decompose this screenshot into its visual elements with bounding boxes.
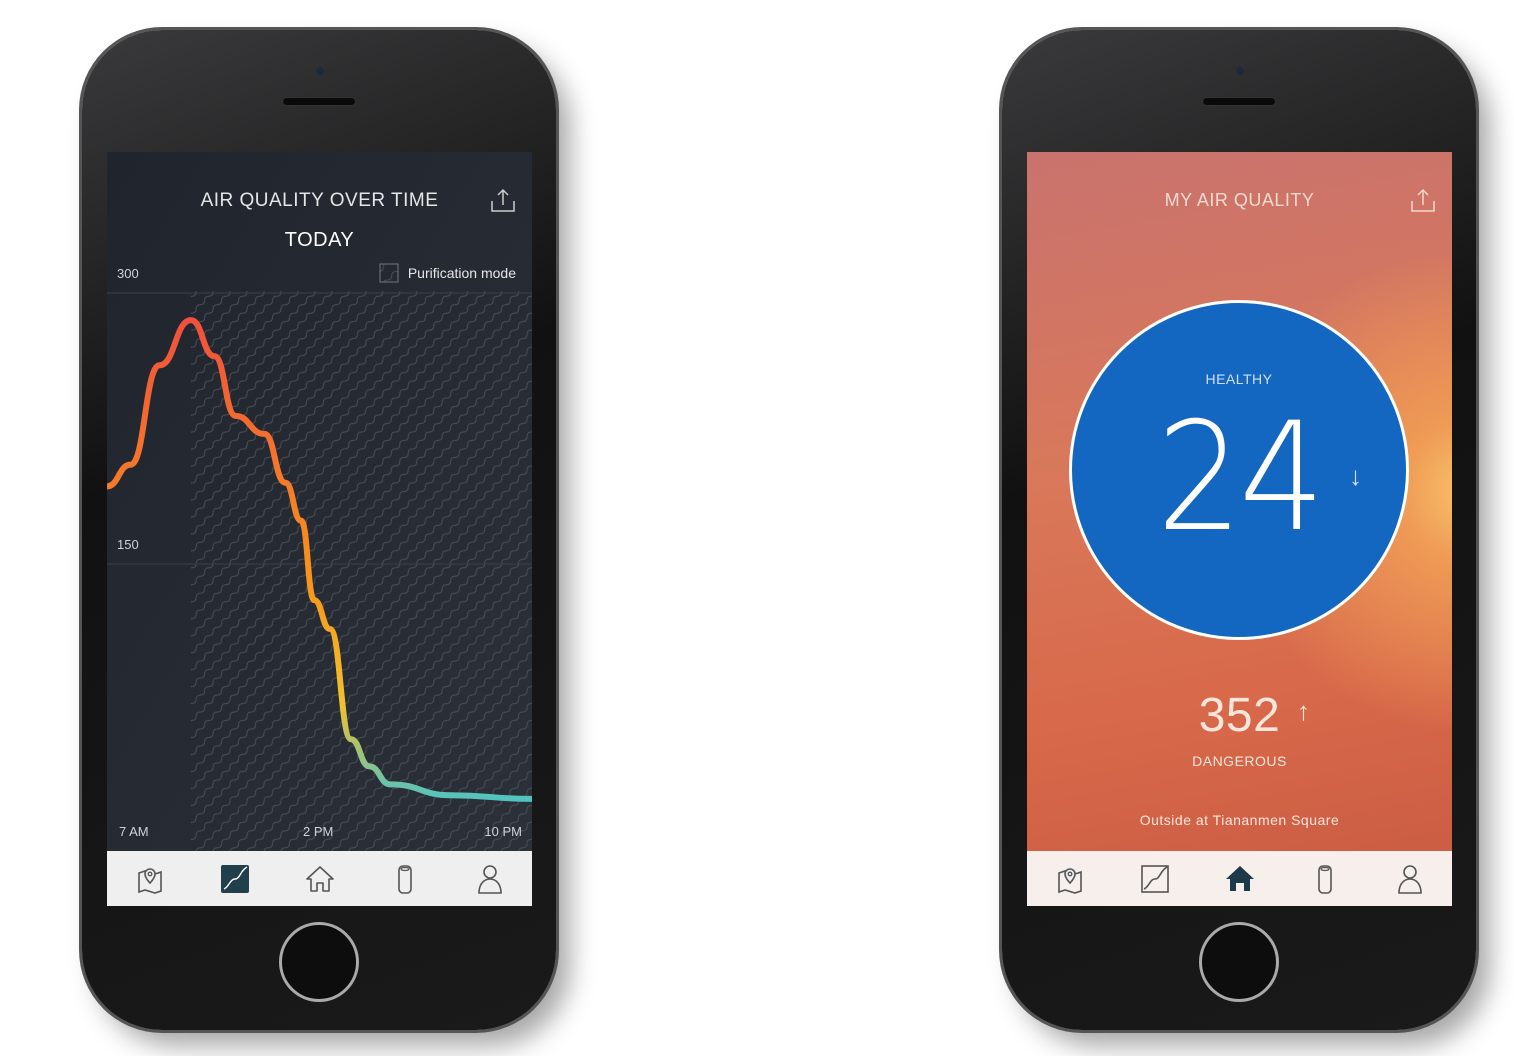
- user-icon[interactable]: [1394, 863, 1426, 895]
- hatch-pattern-icon: [379, 263, 399, 283]
- front-camera: [316, 67, 324, 75]
- location-label[interactable]: Outside at Tiananmen Square: [1027, 812, 1452, 828]
- period-label: TODAY: [284, 229, 355, 251]
- chart-icon[interactable]: [219, 863, 251, 895]
- outdoor-value: 352: [1198, 689, 1281, 742]
- air-quality-chart: [107, 152, 532, 851]
- screen-title: MY AIR QUALITY: [1164, 190, 1315, 210]
- user-icon[interactable]: [474, 863, 506, 895]
- x-tick-7am: 7 AM: [119, 824, 149, 839]
- arrow-up-icon: ↑: [1297, 696, 1310, 726]
- chart-screen: AIR QUALITY OVER TIME TODAY 300 150 Puri…: [107, 152, 532, 906]
- phone-right: MY AIR QUALITY HEALTHY 24 ↓ 352 ↑ DANGER…: [1002, 30, 1476, 1030]
- earpiece: [1202, 97, 1276, 106]
- earpiece: [282, 97, 356, 106]
- map-pin-icon[interactable]: [134, 863, 166, 895]
- bottom-nav: [107, 851, 532, 906]
- indoor-quality-circle: HEALTHY 24 ↓: [1069, 300, 1409, 640]
- arrow-down-icon: ↓: [1349, 461, 1362, 491]
- map-pin-icon[interactable]: [1054, 863, 1086, 895]
- legend-purification: Purification mode: [379, 263, 516, 283]
- home-button[interactable]: [1199, 922, 1279, 1002]
- purifier-icon[interactable]: [389, 863, 421, 895]
- home-screen: MY AIR QUALITY HEALTHY 24 ↓ 352 ↑ DANGER…: [1027, 152, 1452, 906]
- y-tick-150: 150: [117, 537, 139, 552]
- screen-title: AIR QUALITY OVER TIME: [200, 190, 439, 211]
- x-tick-2pm: 2 PM: [303, 824, 334, 839]
- share-icon[interactable]: [1410, 188, 1436, 214]
- legend-label: Purification mode: [407, 265, 516, 281]
- bottom-nav: [1027, 851, 1452, 906]
- home-icon[interactable]: [1224, 863, 1256, 895]
- phone-left: AIR QUALITY OVER TIME TODAY 300 150 Puri…: [82, 30, 556, 1030]
- indoor-value: 24: [1156, 391, 1325, 565]
- front-camera: [1236, 67, 1244, 75]
- purifier-icon[interactable]: [1309, 863, 1341, 895]
- home-button[interactable]: [279, 922, 359, 1002]
- x-tick-10pm: 10 PM: [484, 824, 522, 839]
- home-icon[interactable]: [304, 863, 336, 895]
- purification-region: [190, 291, 532, 851]
- y-tick-300: 300: [117, 266, 139, 281]
- chart-icon[interactable]: [1139, 863, 1171, 895]
- indoor-status: HEALTHY: [1205, 371, 1273, 387]
- outdoor-status: DANGEROUS: [1192, 753, 1287, 769]
- share-icon[interactable]: [490, 188, 516, 214]
